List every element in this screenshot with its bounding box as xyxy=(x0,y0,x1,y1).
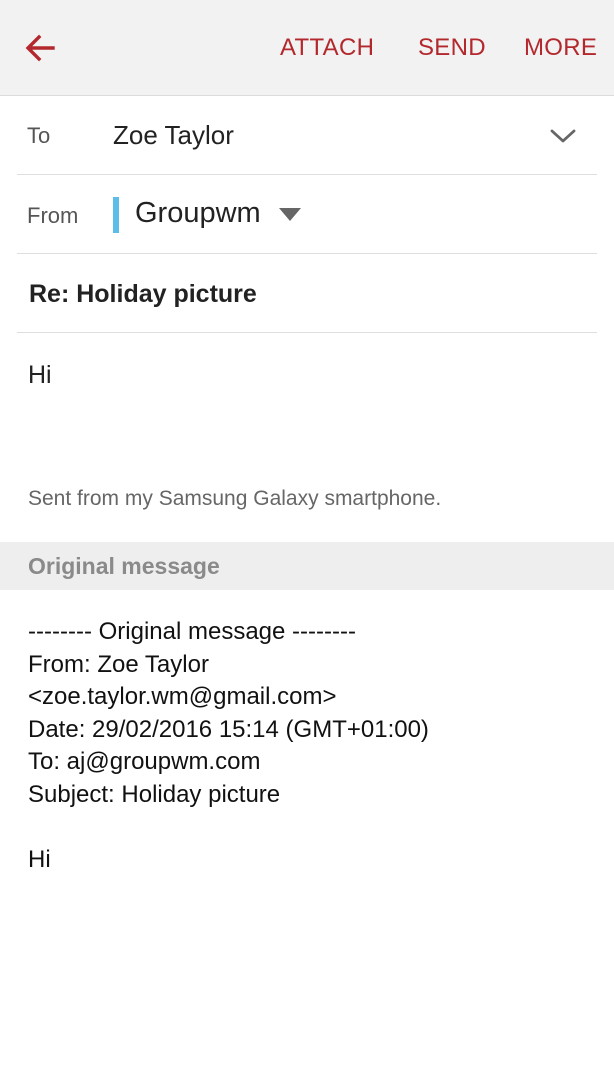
original-line: <zoe.taylor.wm@gmail.com> xyxy=(28,683,337,710)
to-row[interactable]: To Zoe Taylor xyxy=(17,96,597,175)
back-button[interactable] xyxy=(14,24,66,72)
attach-button[interactable]: ATTACH xyxy=(280,30,374,66)
arrow-left-icon xyxy=(25,34,55,62)
from-label: From xyxy=(27,203,79,228)
expand-recipients-button[interactable] xyxy=(543,120,583,152)
original-message-content[interactable]: -------- Original message -------- From:… xyxy=(28,616,598,876)
to-recipient[interactable]: Zoe Taylor xyxy=(113,120,234,151)
original-line: Date: 29/02/2016 15:14 (GMT+01:00) xyxy=(28,715,429,743)
message-body[interactable]: Hi xyxy=(28,361,52,390)
more-button[interactable]: MORE xyxy=(524,30,597,66)
original-line: Hi xyxy=(28,845,51,873)
caret-down-icon[interactable] xyxy=(279,208,301,221)
original-line: -------- Original message -------- xyxy=(28,618,356,645)
from-row[interactable]: From Groupwm xyxy=(17,175,597,254)
top-toolbar: ATTACH SEND MORE xyxy=(0,0,614,96)
signature[interactable]: Sent from my Samsung Galaxy smartphone. xyxy=(28,487,441,511)
to-label: To xyxy=(27,123,51,148)
subject-row[interactable]: Re: Holiday picture xyxy=(17,254,597,333)
original-line xyxy=(28,811,598,844)
original-line: Subject: Holiday picture xyxy=(28,780,281,808)
original-line: To: aj@groupwm.com xyxy=(28,748,261,775)
original-message-title: Original message xyxy=(28,553,220,579)
chevron-down-icon xyxy=(550,129,576,143)
from-account[interactable]: Groupwm xyxy=(135,197,261,230)
send-button[interactable]: SEND xyxy=(418,30,486,66)
original-message-header: Original message xyxy=(0,542,614,590)
original-line: From: Zoe Taylor xyxy=(28,650,209,678)
subject-field[interactable]: Re: Holiday picture xyxy=(29,280,257,309)
account-color-bar xyxy=(113,197,119,233)
